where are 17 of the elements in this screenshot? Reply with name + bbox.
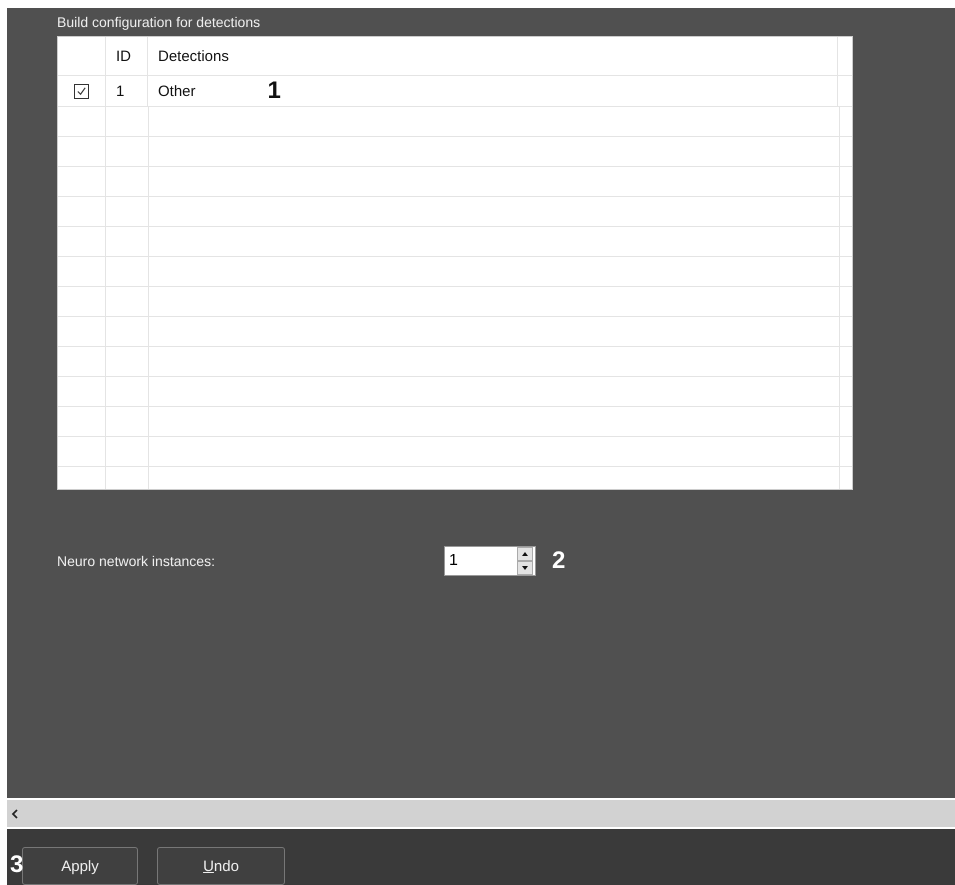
table-cell: Other: [158, 82, 196, 100]
annotation-number: 2: [552, 547, 566, 575]
group-title: Build configuration for detections: [57, 14, 262, 30]
horizontal-scrollbar[interactable]: [7, 800, 955, 827]
check-icon: [76, 86, 87, 96]
spinner-arrows-icon[interactable]: [517, 547, 533, 575]
number-spinner[interactable]: 1: [444, 546, 536, 576]
field-label: Neuro network instances:: [57, 553, 216, 569]
action-button[interactable]: Apply: [22, 847, 138, 885]
column-header: ID: [116, 48, 131, 64]
action-button[interactable]: Undo: [157, 847, 285, 885]
scroll-left-icon[interactable]: [11, 808, 19, 818]
table-cell: 1: [116, 82, 124, 100]
column-header: Detections: [158, 48, 229, 64]
annotation-number: 1: [268, 77, 281, 105]
checkbox[interactable]: [74, 84, 89, 98]
annotation-number: 3: [10, 851, 24, 879]
